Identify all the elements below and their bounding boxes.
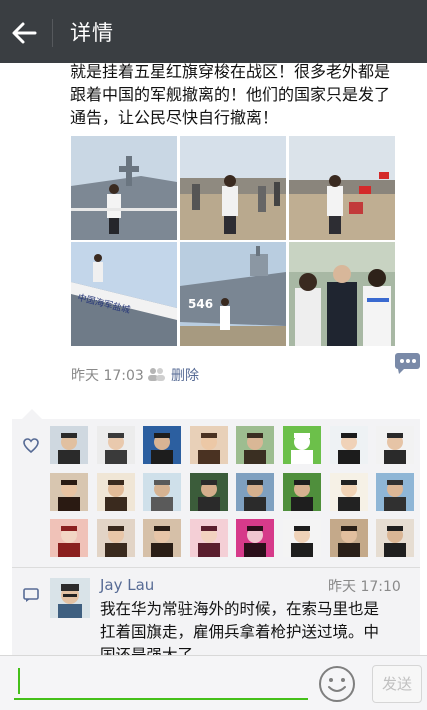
- comment-input[interactable]: [14, 668, 308, 700]
- liker-avatar[interactable]: [143, 426, 181, 464]
- liker-avatar[interactable]: [50, 426, 88, 464]
- photo-group-of-officials[interactable]: [289, 242, 395, 346]
- comment-text-line: 我在华为常驻海外的时候，在索马里也是: [100, 600, 380, 618]
- header-divider: [52, 19, 53, 47]
- liker-avatar[interactable]: [376, 473, 414, 511]
- page-title: 详情: [70, 21, 114, 45]
- liker-avatar[interactable]: [97, 426, 135, 464]
- liker-avatar[interactable]: [283, 519, 321, 557]
- photo-ship-bow-with-name[interactable]: 中国海军盐城: [71, 242, 177, 346]
- commenter-name[interactable]: Jay Lau: [100, 576, 154, 594]
- top-bar: 详情: [0, 0, 427, 63]
- liker-avatar[interactable]: [283, 426, 321, 464]
- comment-text-line: 扛着国旗走，雇佣兵拿着枪护送过境。中: [100, 623, 380, 641]
- visibility-people-icon: [148, 368, 165, 381]
- photo-warship-hull-546[interactable]: 546: [180, 242, 286, 346]
- back-arrow-icon[interactable]: [9, 18, 39, 48]
- input-bar: [0, 655, 427, 710]
- liker-avatar[interactable]: [236, 426, 274, 464]
- photo-grid: 中国海军盐城 546: [71, 136, 395, 346]
- send-button[interactable]: 发送: [372, 665, 422, 703]
- liker-avatar[interactable]: [50, 519, 88, 557]
- comment-time: 昨天 17:10: [328, 579, 401, 595]
- liker-avatar[interactable]: [190, 519, 228, 557]
- post-text-line: 就是挂着五星红旗穿梭在战区！很多老外都是: [70, 62, 391, 81]
- comment-icon: [23, 588, 39, 602]
- liker-avatar[interactable]: [97, 473, 135, 511]
- svg-text:546: 546: [188, 297, 213, 311]
- photo-man-on-warship-deck[interactable]: [71, 136, 177, 240]
- commenter-avatar[interactable]: [50, 578, 90, 618]
- liker-avatar[interactable]: [376, 426, 414, 464]
- liker-avatar[interactable]: [376, 519, 414, 557]
- liker-avatar[interactable]: [236, 473, 274, 511]
- post-time: 昨天 17:03: [71, 368, 144, 384]
- photo-people-on-pier[interactable]: [180, 136, 286, 240]
- delete-link[interactable]: 删除: [171, 365, 199, 385]
- liker-avatar[interactable]: [236, 519, 274, 557]
- post-text-line: 通告，让公民尽快自行撤离！: [70, 108, 279, 127]
- comment-menu-icon[interactable]: [394, 352, 421, 374]
- likes-pointer: [22, 409, 42, 419]
- liker-avatar[interactable]: [330, 519, 368, 557]
- emoji-icon[interactable]: [318, 665, 356, 703]
- liker-avatar[interactable]: [330, 426, 368, 464]
- liker-avatar[interactable]: [330, 473, 368, 511]
- post-text: 就是挂着五星红旗穿梭在战区！很多老外都是 跟着中国的军舰撤离的！他们的国家只是发…: [70, 60, 420, 129]
- post-text-line: 跟着中国的军舰撤离的！他们的国家只是发了: [70, 85, 391, 104]
- liker-avatar[interactable]: [190, 473, 228, 511]
- liker-avatar[interactable]: [190, 426, 228, 464]
- liker-avatar[interactable]: [97, 519, 135, 557]
- liker-avatar[interactable]: [283, 473, 321, 511]
- photo-man-with-flags-on-pier[interactable]: [289, 136, 395, 240]
- heart-icon: [23, 438, 39, 453]
- liker-avatar[interactable]: [143, 473, 181, 511]
- liker-avatar[interactable]: [50, 473, 88, 511]
- text-cursor: [18, 668, 20, 694]
- liker-avatar[interactable]: [143, 519, 181, 557]
